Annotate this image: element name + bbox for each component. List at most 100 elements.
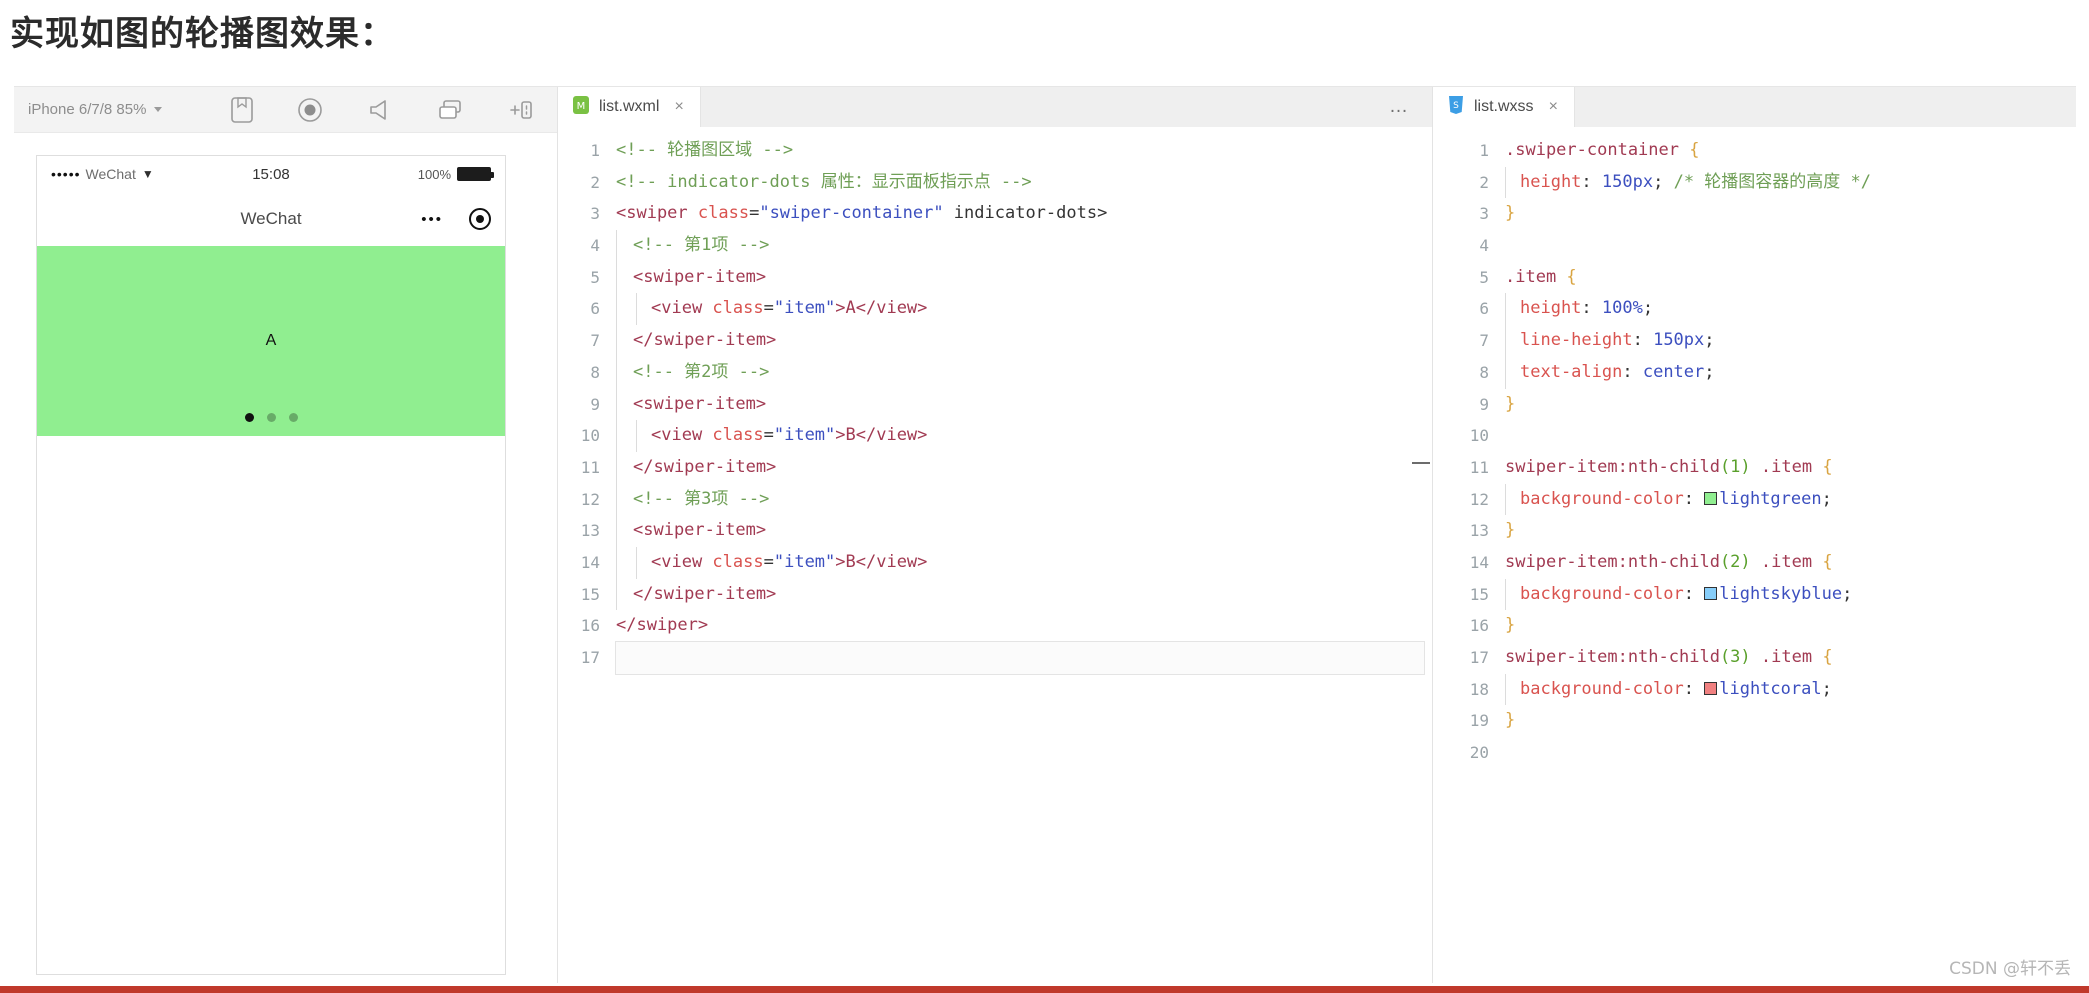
simulator-body: ••••• WeChat ▼ 15:08 100% WeChat ••• A	[14, 133, 557, 983]
line-content: <!-- 轮播图区域 -->	[616, 140, 794, 160]
line-number: 5	[1479, 267, 1489, 287]
tok: background-color	[1520, 488, 1684, 509]
more-dots-icon[interactable]: •••	[421, 211, 443, 228]
code-line: 7 line-height: 150px;	[1433, 325, 2076, 357]
wifi-icon: ▼	[141, 167, 154, 181]
close-icon[interactable]: ×	[1549, 99, 1558, 115]
code-line: 14 swiper-item:nth-child(2) .item {	[1433, 547, 2076, 579]
tab-list-wxml[interactable]: M list.wxml ×	[558, 87, 701, 127]
tok: (1)	[1719, 456, 1751, 477]
code-line: 12 background-color: lightgreen;	[1433, 483, 2076, 516]
wxss-code-area[interactable]: 1 .swiper-container { 2 height: 150px; /* …	[1433, 127, 2076, 983]
tab-label: list.wxss	[1474, 98, 1534, 115]
line-number: 7	[1479, 331, 1489, 351]
tok: {	[1689, 140, 1700, 160]
code-line: 9 <swiper-item>	[558, 388, 1432, 421]
capsule-buttons[interactable]: •••	[421, 208, 491, 230]
line-number: 6	[590, 299, 600, 319]
tok: >A</view>	[835, 298, 928, 319]
code-line: 12 <!-- 第3项 -->	[558, 483, 1432, 516]
tok: <view	[651, 425, 713, 446]
watermark: CSDN @轩不丢	[1949, 959, 2071, 979]
tok: 150px	[1653, 330, 1705, 351]
window-split-icon[interactable]	[437, 98, 465, 122]
line-number: 3	[590, 204, 600, 224]
tab-overflow-menu[interactable]: …	[1389, 87, 1432, 127]
line-number: 15	[580, 584, 600, 604]
tok: >B</view>	[835, 551, 928, 572]
code-line: 13 <swiper-item>	[558, 515, 1432, 547]
megaphone-icon[interactable]	[367, 99, 393, 121]
line-number: 11	[580, 457, 600, 477]
indicator-dot-3[interactable]	[288, 413, 298, 422]
tok: height	[1520, 298, 1582, 319]
line-content: </swiper-item>	[633, 456, 777, 477]
device-selector[interactable]: iPhone 6/7/8 85%	[28, 101, 163, 118]
phone-frame-icon[interactable]	[231, 96, 253, 123]
swiper-indicator-dots	[37, 413, 505, 422]
svg-text:M: M	[577, 101, 586, 112]
line-content: <!-- 第3项 -->	[633, 488, 770, 509]
line-number: 16	[580, 616, 600, 636]
code-line: 1 .swiper-container {	[1433, 135, 2076, 167]
code-line: 1 <!-- 轮播图区域 -->	[558, 135, 1432, 167]
code-line: 15 background-color: lightskyblue;	[1433, 578, 2076, 611]
line-number: 12	[580, 489, 600, 509]
record-icon[interactable]	[297, 97, 323, 123]
tok: >B</view>	[835, 425, 928, 446]
add-panel-icon[interactable]	[509, 98, 535, 122]
tok: ;	[1842, 583, 1853, 604]
code-line: 4	[1433, 230, 2076, 262]
tok: ;	[1653, 171, 1664, 192]
tok: lightcoral	[1719, 678, 1822, 699]
wxml-code-area[interactable]: 1 <!-- 轮播图区域 --> 2 <!-- indicator-dots 属性：…	[558, 127, 1432, 983]
tok: height	[1520, 171, 1582, 192]
code-line: 17 swiper-item:nth-child(3) .item {	[1433, 642, 2076, 674]
code-line-active[interactable]: 17	[558, 641, 1432, 675]
signal-dots-icon: •••••	[51, 166, 81, 182]
line-content: <swiper-item>	[633, 393, 767, 414]
line-number: 13	[580, 521, 600, 541]
tok: background-color	[1520, 678, 1684, 699]
line-number: 17	[580, 648, 600, 667]
target-icon[interactable]	[469, 208, 491, 230]
tab-list-wxss[interactable]: S list.wxss ×	[1433, 87, 1575, 127]
close-icon[interactable]: ×	[674, 99, 683, 115]
line-number: 1	[590, 141, 600, 160]
code-line: 3}	[1433, 198, 2076, 230]
line-content: }	[1505, 520, 1516, 541]
color-swatch-lightgreen[interactable]	[1704, 491, 1718, 505]
code-line: 8 text-align: center;	[1433, 356, 2076, 389]
tok: class	[712, 551, 764, 572]
tok: {	[1822, 647, 1833, 667]
code-line: 11 </swiper-item>	[558, 451, 1432, 484]
tok: class	[712, 298, 764, 319]
code-line: 5 <swiper-item>	[558, 261, 1432, 294]
line-number: 19	[1469, 711, 1489, 731]
line-number: 9	[1479, 394, 1489, 414]
code-line: 3 <swiper class="swiper-container" indica…	[558, 198, 1432, 230]
line-number: 8	[590, 362, 600, 382]
tok: /* 轮播图容器的高度 */	[1663, 171, 1871, 192]
cursor-line-highlight[interactable]	[615, 641, 1425, 675]
line-number: 7	[590, 331, 600, 351]
tok: .item	[1750, 456, 1823, 477]
code-line: 2 height: 150px; /* 轮播图容器的高度 */	[1433, 166, 2076, 199]
scroll-handle[interactable]	[1412, 462, 1430, 464]
carrier-label: WeChat	[85, 166, 136, 182]
status-left: ••••• WeChat ▼	[51, 166, 154, 182]
tok: :	[1622, 361, 1643, 382]
color-swatch-lightcoral[interactable]	[1704, 681, 1718, 695]
device-selector-label: iPhone 6/7/8 85%	[28, 101, 147, 118]
swiper-preview[interactable]: A	[37, 246, 505, 436]
line-number: 10	[1469, 426, 1489, 446]
tok: (3)	[1719, 647, 1751, 667]
tok: ;	[1704, 361, 1715, 382]
color-swatch-lightskyblue[interactable]	[1704, 586, 1718, 600]
tok: =	[749, 203, 760, 224]
indent-guide	[616, 420, 617, 452]
indicator-dot-2[interactable]	[266, 413, 276, 422]
tok: .item	[1750, 551, 1823, 572]
indicator-dot-1[interactable]	[244, 413, 254, 422]
tok: {	[1566, 266, 1577, 287]
